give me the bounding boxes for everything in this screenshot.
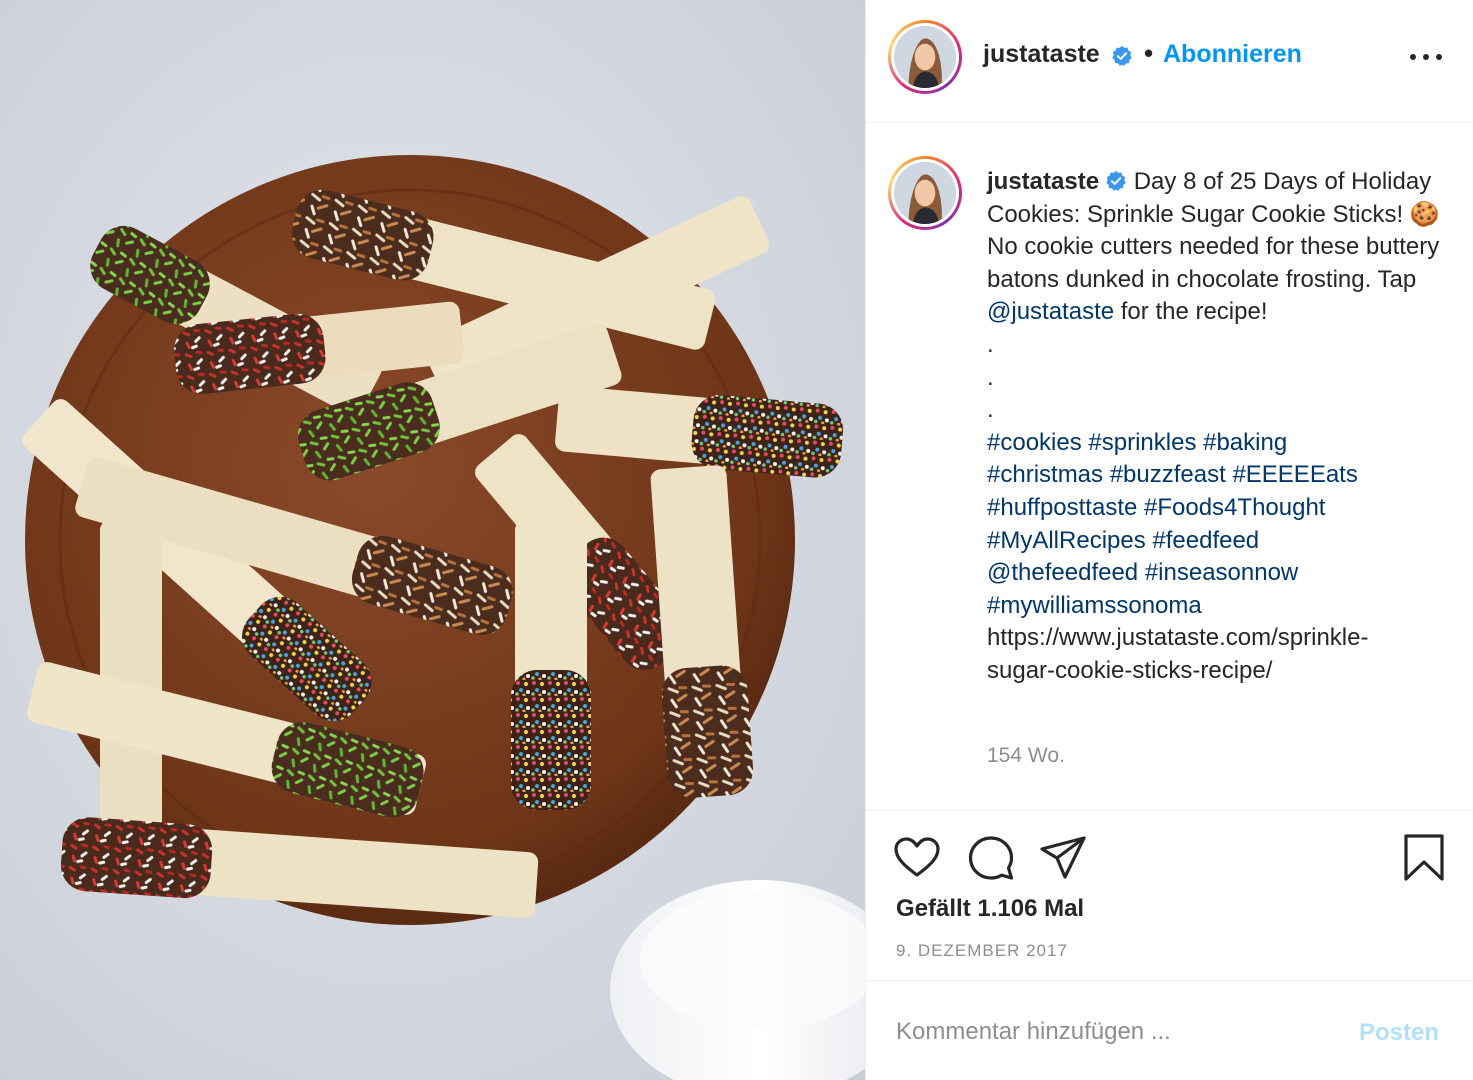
hashtags-line[interactable]: #cookies #sprinkles #baking: [987, 427, 1447, 460]
caption-mention-link[interactable]: @justataste: [987, 298, 1114, 325]
post-photo[interactable]: [0, 0, 865, 1080]
heart-icon[interactable]: [892, 833, 942, 883]
caption-username[interactable]: justataste: [987, 168, 1099, 195]
action-bar: Gefällt 1.106 Mal 9. DEZEMBER 2017: [866, 810, 1473, 980]
post-side-panel: justataste • Abonnieren justataste Day 8…: [865, 0, 1473, 1080]
profile-picture-icon: [894, 162, 956, 224]
profile-picture-icon: [894, 26, 956, 88]
hashtags-line[interactable]: #christmas #buzzfeast #EEEEEats: [987, 459, 1447, 492]
sprinkle-cookie-sticks-photo: [0, 0, 865, 1080]
verified-badge-icon: [1112, 45, 1132, 66]
post-header: justataste • Abonnieren: [866, 0, 1473, 123]
separator-dot: •: [1144, 38, 1154, 68]
caption-avatar[interactable]: [888, 156, 962, 230]
username[interactable]: justataste: [983, 40, 1100, 69]
caption-text: justataste Day 8 of 25 Days of Holiday C…: [987, 166, 1447, 688]
speech-bubble-icon[interactable]: [966, 833, 1016, 883]
avatar[interactable]: [888, 20, 962, 94]
hashtags-line[interactable]: @thefeedfeed #inseasonnow: [987, 557, 1447, 590]
caption-dot: .: [987, 330, 994, 358]
hashtags-line[interactable]: #mywilliamssonoma: [987, 590, 1447, 623]
caption-timestamp: 154 Wo.: [987, 744, 1065, 767]
post-date: 9. DEZEMBER 2017: [896, 941, 1068, 960]
caption-section: justataste Day 8 of 25 Days of Holiday C…: [866, 124, 1473, 810]
comment-input[interactable]: [896, 1015, 1336, 1049]
likes-count[interactable]: Gefällt 1.106 Mal: [896, 895, 1084, 923]
caption-body-2: for the recipe!: [1114, 298, 1268, 326]
caption-dot: .: [987, 363, 994, 391]
recipe-url-line: sugar-cookie-sticks-recipe/: [987, 656, 1273, 684]
bookmark-icon[interactable]: [1399, 833, 1449, 883]
hashtags-line[interactable]: #MyAllRecipes #feedfeed: [987, 525, 1447, 558]
more-options-icon[interactable]: [1410, 46, 1444, 66]
comment-bar: Posten: [866, 980, 1473, 1080]
caption-dot: .: [987, 396, 994, 424]
verified-badge-icon: [1106, 170, 1126, 191]
paper-plane-icon[interactable]: [1038, 833, 1088, 883]
post-comment-button[interactable]: Posten: [1359, 1019, 1439, 1047]
hashtags-line[interactable]: #huffposttaste #Foods4Thought: [987, 492, 1447, 525]
follow-button[interactable]: Abonnieren: [1163, 40, 1302, 69]
recipe-url-line: https://www.justataste.com/sprinkle-: [987, 624, 1369, 652]
